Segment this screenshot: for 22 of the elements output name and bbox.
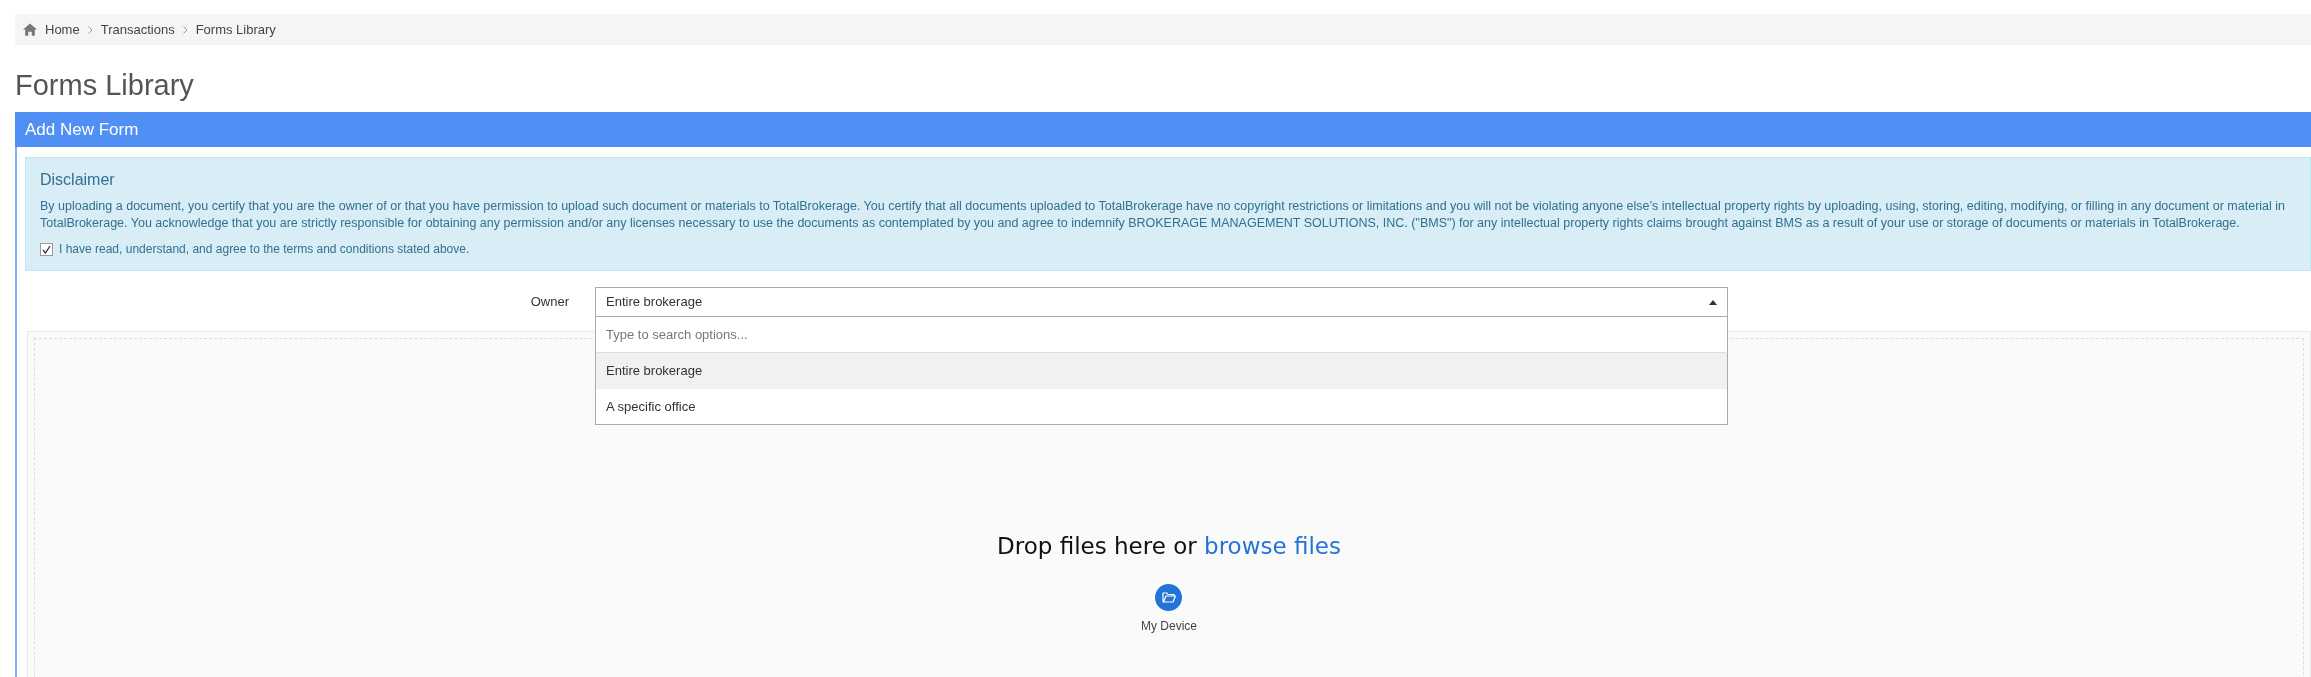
page-title: Forms Library: [15, 68, 195, 103]
browse-files-link[interactable]: browse files: [1204, 533, 1341, 559]
caret-icon: [1709, 299, 1717, 305]
chevron-icon: [182, 25, 188, 34]
folder-icon: [1155, 583, 1183, 611]
my-device-button[interactable]: My Device: [1141, 583, 1197, 635]
dropzone-text: Drop files here or browse files: [997, 532, 1341, 561]
owner-select[interactable]: Entire brokerage: [595, 287, 1728, 317]
search-field[interactable]: Type to search options...: [595, 317, 1728, 353]
breadcrumb-current-page: Forms Library: [195, 20, 276, 39]
chevron-icon: [87, 25, 93, 34]
dropdown-option[interactable]: A specific office: [595, 389, 1728, 425]
disclaimer-text: By uploading a document, you certify that you are the owner of or that you have permission to upload such document or materials to TotalBrokerage. You certify that all documents uploaded to TotalBrokerage have no copyright restrictions or limitations and you will not be violating anyone else’s intellectual property rights by uploading, using, storing, editing, modifying, or filling in any document or material in TotalBrokerage. You acknowledge that you are strictly responsible for obtaining any permission and/or any licenses necessary to use the documents as contemplated by you and agree to indemnify BROKERAGE MANAGEMENT SOLUTIONS, INC. ("BMS") for any intellectual property rights claims brought against BMS as a result of your use or storage of documents or materials in TotalBrokerage.: [40, 198, 2287, 232]
agree-label: I have read, understand, and agree to the terms and conditions stated above.: [59, 241, 470, 258]
dropdown-option[interactable]: Entire brokerage: [595, 353, 1728, 389]
owner-label: Owner: [529, 293, 570, 312]
panel-header: Add New Form: [15, 112, 2311, 147]
disclaimer-title: Disclaimer: [40, 170, 116, 190]
breadcrumb-link[interactable]: Transactions: [100, 19, 175, 40]
breadcrumb-link[interactable]: Home: [45, 19, 80, 40]
agree-checkbox[interactable]: [40, 242, 53, 256]
home-icon: [23, 23, 37, 36]
